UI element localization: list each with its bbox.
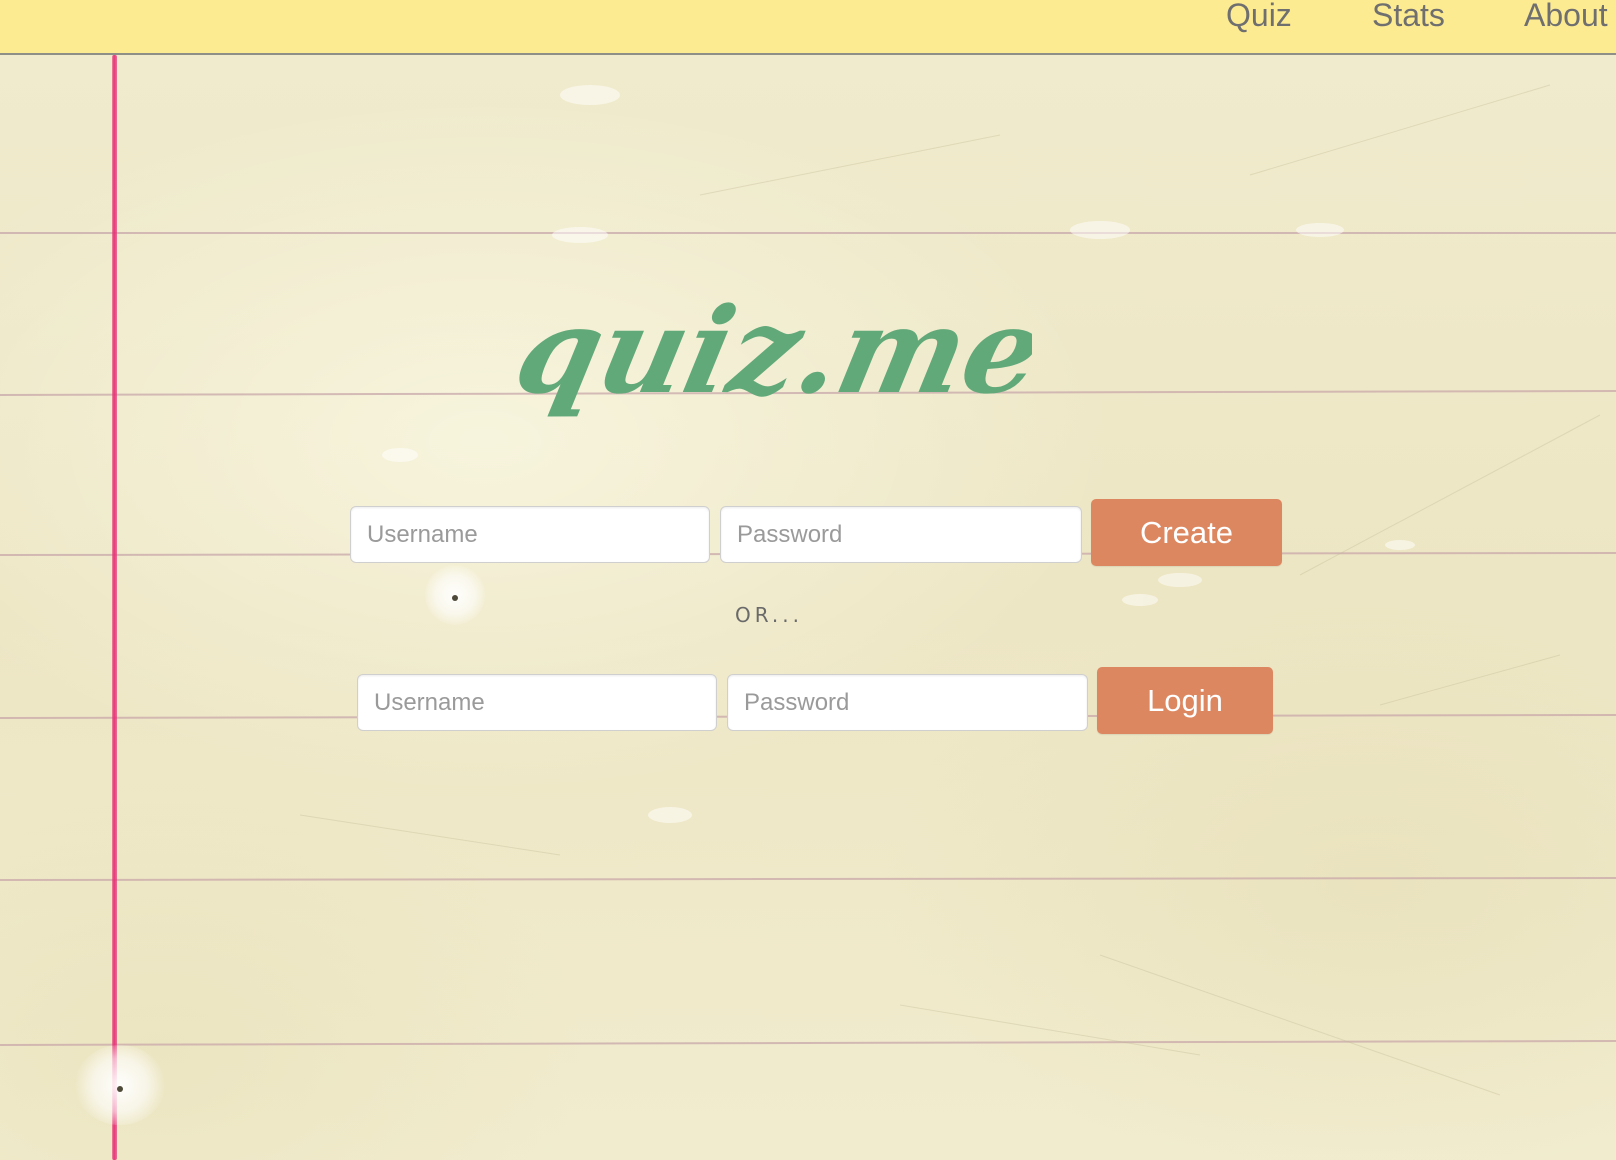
nav-link-stats[interactable]: Stats [1372,0,1445,34]
login-password-input[interactable] [727,674,1088,731]
paper-hole-mark [425,565,485,625]
nav-link-quiz[interactable]: Quiz [1226,0,1292,34]
nav-link-about[interactable]: About [1524,0,1608,34]
login-username-input[interactable] [357,674,717,731]
create-username-input[interactable] [350,506,710,563]
paper-hole-mark [75,1045,165,1125]
create-password-input[interactable] [720,506,1082,563]
margin-line [112,55,117,1160]
or-divider: OR... [735,603,803,627]
quizme-logo: quiz.me [512,282,1032,420]
create-button[interactable]: Create [1091,499,1282,566]
logo-text: quiz.me [512,282,1032,420]
top-nav-bar: Quiz Stats About [0,0,1616,55]
login-button[interactable]: Login [1097,667,1273,734]
